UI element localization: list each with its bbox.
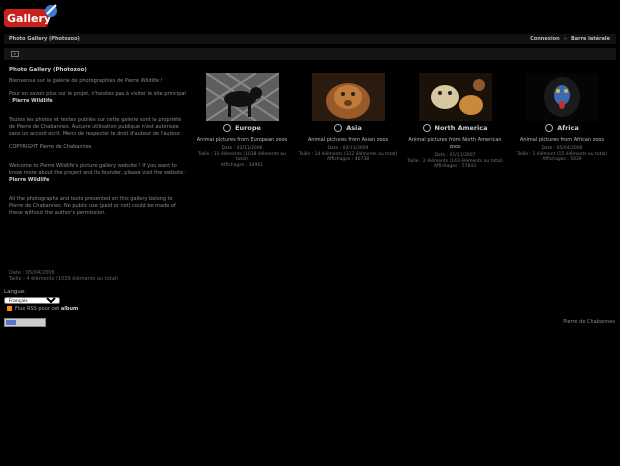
album-desc: Animal pictures from African zoos [519,137,605,143]
album-thumbnail[interactable] [525,73,599,121]
intro-paragraph: Pour en savoir plus sur le projet, n'hés… [9,91,186,104]
language-select[interactable]: Français [4,297,60,304]
globe-icon [545,124,554,132]
gallery-logo[interactable]: Gallery [4,3,58,30]
login-link[interactable]: Connexion [530,36,560,42]
album-title[interactable]: North America [405,124,505,133]
album-title[interactable]: Asia [298,124,398,133]
intro-paragraph: Bienvenue sur la galerie de photographie… [9,78,163,84]
album-desc: Animal pictures from European zoos [196,137,288,143]
intro-paragraph-en: Welcome to Pierre Wildlife's picture gal… [9,163,187,183]
globe-icon [223,124,232,132]
site-link[interactable]: Pierre Wildlife [9,177,49,183]
album-info: Date : 01/11/2007 Taille : 2 éléments (14… [407,153,503,169]
rss-album-link[interactable]: album [61,306,78,312]
album-thumbnail[interactable] [311,73,385,121]
album-meta: Date : 05/04/2006 Taille : 4 éléments (1… [9,270,187,282]
logo-text: Gallery [7,12,51,25]
rss-label: Flux RSS pour cet [15,306,60,312]
page-title: Photo Gallery (Photozoo) [9,67,87,73]
title-bar: Photo Gallery (Photozoo) Connexion» Barre… [4,34,616,44]
album-desc: Animal pictures from North American zoos [408,137,502,150]
gallery-title: Photo Gallery (Photozoo) [9,36,80,42]
album-card-africa[interactable]: Africa Animal pictures from African zoos… [512,73,612,163]
album-thumbnail[interactable] [205,73,279,121]
header-links: Connexion» Barre latérale [530,34,610,44]
globe-icon [422,124,431,132]
separator: » [563,36,567,42]
copyright-paragraph: Toutes les photos et textes publiés sur … [9,117,182,137]
album-title[interactable]: Europe [192,124,292,133]
badge-logo [6,320,16,325]
sidebar-link[interactable]: Barre latérale [571,36,610,42]
globe-icon [334,124,343,132]
language-label: Langue: [4,289,27,295]
album-info: Date : 02/11/2006 Taille : 31 éléments (1… [198,146,286,168]
album-card-north-america[interactable]: North America Animal pictures from North… [405,73,505,170]
language-selector: Langue: Français [4,289,60,304]
album-info: Date : 05/04/2006 Taille : 1 élément (15 … [516,146,608,162]
album-card-europe[interactable]: Europe Animal pictures from European zoo… [192,73,292,168]
footer-author[interactable]: Pierre de Chabannes [563,319,615,326]
album-title[interactable]: Africa [512,124,612,133]
rss-feed: Flux RSS pour cet album [7,306,78,313]
site-link[interactable]: Pierre Wildlife [12,98,52,104]
navigation-bar [4,48,616,60]
album-desc: Animal pictures from Asian zoos [307,137,389,143]
album-description: Photo Gallery (Photozoo) Bienvenue sur l… [9,67,187,223]
copyright-paragraph-en: All the photographs and texts presented … [9,196,176,216]
album-info: Date : 04/11/2009 Taille : 14 éléments (3… [298,146,398,162]
rss-icon[interactable] [7,306,12,311]
size-line: Taille : 4 éléments (1039 éléments au to… [9,276,119,282]
copyright-line: COPYRIGHT Pierre de Chabannes [9,144,92,150]
album-thumbnail[interactable] [418,73,492,121]
album-card-asia[interactable]: Asia Animal pictures from Asian zoos Dat… [298,73,398,163]
gallery-badge[interactable] [4,318,46,327]
slideshow-icon[interactable] [11,50,19,58]
